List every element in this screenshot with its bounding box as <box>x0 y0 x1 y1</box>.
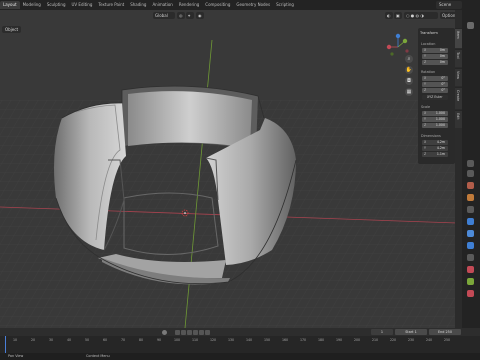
sidebar-tab-view[interactable]: View <box>455 68 462 86</box>
scene-icon[interactable] <box>467 194 474 201</box>
particles-icon[interactable] <box>467 242 474 249</box>
tab-rendering[interactable]: Rendering <box>176 1 202 9</box>
snap-icon[interactable]: ⌖ <box>186 12 194 19</box>
modifier-wrench-icon[interactable] <box>467 230 474 237</box>
scene-selector[interactable]: Scene <box>436 1 462 9</box>
rotation-label: Rotation <box>421 70 436 74</box>
data-icon[interactable] <box>467 278 474 285</box>
location-label: Location <box>421 42 436 46</box>
status-pan-view: Pan View <box>8 354 24 358</box>
tab-compositing[interactable]: Compositing <box>202 1 233 9</box>
sidebar-tab-tool[interactable]: Tool <box>455 49 462 67</box>
end-frame-field[interactable]: End 250 <box>429 329 461 335</box>
material-icon[interactable] <box>467 290 474 297</box>
output-icon[interactable] <box>467 170 474 177</box>
top-menu-bar: Layout Modeling Sculpting UV Editing Tex… <box>0 0 480 10</box>
dimensions-x-field[interactable]: X 4.2m <box>422 140 448 145</box>
transform-panel: Transform Location X 0m Y 0m Z 0m Rotation … <box>418 28 455 164</box>
sidebar-tab-item[interactable]: Item <box>455 28 462 48</box>
orientation-label: Global <box>155 13 168 18</box>
end-label: End <box>437 330 445 334</box>
overlay-icon[interactable]: ◐ <box>385 12 393 19</box>
orientation-dropdown[interactable]: Global <box>153 12 175 19</box>
view-layer-icon[interactable] <box>467 182 474 189</box>
scale-y-field[interactable]: Y 1.000 <box>422 117 448 122</box>
play-icon[interactable] <box>193 330 198 335</box>
dimensions-y-field[interactable]: Y 4.2m <box>422 146 448 151</box>
record-icon[interactable] <box>162 330 167 335</box>
panel-title: Transform <box>420 31 438 35</box>
tab-animation[interactable]: Animation <box>149 1 175 9</box>
location-z-field[interactable]: Z 0m <box>422 60 448 65</box>
mode-label: Object <box>5 27 19 32</box>
tab-texture-paint[interactable]: Texture Paint <box>95 1 127 9</box>
play-reverse-icon[interactable] <box>187 330 192 335</box>
camera-icon[interactable]: ◘ <box>405 77 413 85</box>
tab-layout[interactable]: Layout <box>0 1 20 9</box>
constraints-icon[interactable] <box>467 266 474 273</box>
rotation-x-field[interactable]: X 0° <box>422 76 448 81</box>
sidebar-tabs: Item Tool View Create Edit <box>455 10 462 328</box>
zoom-icon[interactable]: ⌕ <box>405 55 413 63</box>
dimensions-z-field[interactable]: Z 1.1m <box>422 152 448 157</box>
viewport-nav-tools: ⌕ ✋ ◘ ▦ <box>405 55 415 105</box>
tool-icon[interactable] <box>467 22 474 29</box>
properties-column <box>462 10 480 328</box>
rotation-y-field[interactable]: Y 0° <box>422 82 448 87</box>
options-button[interactable]: Options <box>440 12 457 19</box>
tab-modeling[interactable]: Modeling <box>20 1 44 9</box>
viewport-header: Global ◎ ⌖ ◉ ◐ ▣ ○ ● ◍ ◑ Options <box>0 10 457 21</box>
start-value: 1 <box>414 330 417 334</box>
proportional-icon[interactable]: ◉ <box>196 12 204 19</box>
tab-uv-editing[interactable]: UV Editing <box>69 1 96 9</box>
3d-viewport[interactable] <box>0 10 457 328</box>
pan-hand-icon[interactable]: ✋ <box>405 66 413 74</box>
tab-sculpting[interactable]: Sculpting <box>44 1 69 9</box>
tab-shading[interactable]: Shading <box>127 1 149 9</box>
render-icon[interactable] <box>467 160 474 167</box>
workspace-tabs: Layout Modeling Sculpting UV Editing Tex… <box>0 0 297 10</box>
playhead[interactable] <box>5 336 6 353</box>
tab-scripting[interactable]: Scripting <box>273 1 297 9</box>
scale-z-field[interactable]: Z 1.000 <box>422 123 448 128</box>
scale-x-field[interactable]: X 1.000 <box>422 111 448 116</box>
location-y-field[interactable]: Y 0m <box>422 54 448 59</box>
frame-ruler: 10 20 30 40 50 60 70 80 90 100 110 120 1… <box>13 338 451 342</box>
scale-label: Scale <box>421 105 431 109</box>
sidebar-tab-edit[interactable]: Edit <box>455 110 462 128</box>
xray-icon[interactable]: ▣ <box>394 12 402 19</box>
jump-start-icon[interactable] <box>175 330 180 335</box>
object-icon[interactable] <box>467 218 474 225</box>
end-value: 250 <box>445 330 452 334</box>
dimensions-label: Dimensions <box>421 134 441 138</box>
step-back-icon[interactable] <box>181 330 186 335</box>
start-frame-field[interactable]: Start 1 <box>395 329 427 335</box>
rotation-z-field[interactable]: Z 0° <box>422 88 448 93</box>
pivot-icon[interactable]: ◎ <box>177 12 185 19</box>
status-context-menu: Context Menu <box>86 354 110 358</box>
world-icon[interactable] <box>467 206 474 213</box>
rotation-mode-select[interactable]: XYZ Euler <box>422 95 448 100</box>
physics-icon[interactable] <box>467 254 474 261</box>
current-frame-field[interactable]: 1 <box>371 329 393 335</box>
shading-modes[interactable]: ○ ● ◍ ◑ <box>404 12 438 19</box>
grid-view-icon[interactable]: ▦ <box>405 88 413 96</box>
location-x-field[interactable]: X 0m <box>422 48 448 53</box>
sidebar-tab-create[interactable]: Create <box>455 87 462 109</box>
start-label: Start <box>405 330 414 334</box>
jump-end-icon[interactable] <box>205 330 210 335</box>
tab-geometry-nodes[interactable]: Geometry Nodes <box>233 1 273 9</box>
mode-indicator[interactable]: Object <box>2 26 22 33</box>
status-bar: Pan View Context Menu <box>0 353 480 360</box>
step-forward-icon[interactable] <box>199 330 204 335</box>
viewport-canvas <box>0 10 457 328</box>
